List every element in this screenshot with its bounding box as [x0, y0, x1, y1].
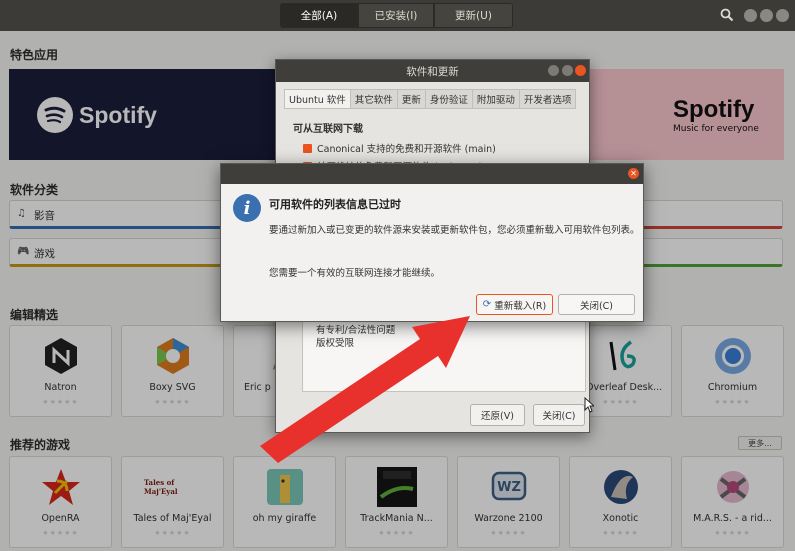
tab-authentication[interactable]: 身份验证 [425, 89, 473, 109]
refresh-icon: ⟳ [482, 299, 492, 310]
software-updates-titlebar[interactable]: 软件和更新 [276, 60, 589, 82]
tab-updates[interactable]: 更新 [397, 89, 426, 109]
software-updates-title: 软件和更新 [406, 66, 459, 78]
tab-installed[interactable]: 已安装(I) [358, 3, 434, 28]
info-icon: i [233, 194, 261, 222]
tab-updates[interactable]: 更新(U) [434, 3, 513, 28]
reload-button[interactable]: ⟳ 重新载入(R) [476, 294, 553, 315]
checkbox-label: Canonical 支持的免费和开源软件 (main) [317, 144, 496, 155]
mouse-cursor-icon [584, 397, 594, 413]
tab-other-software[interactable]: 其它软件 [350, 89, 398, 109]
dialog-titlebar[interactable]: ✕ [221, 164, 643, 184]
dialog-title: 可用软件的列表信息已过时 [269, 198, 401, 211]
restricted-patent-option[interactable]: 有专利/合法性问题 [316, 322, 395, 336]
tab-additional-drivers[interactable]: 附加驱动 [472, 89, 520, 109]
close-window-button[interactable] [776, 9, 789, 22]
reload-button-label: 重新载入(R) [494, 300, 547, 312]
copyright-restricted-option[interactable]: 版权受限 [316, 335, 354, 349]
download-section-heading: 可从互联网下载 [293, 124, 363, 135]
close-button[interactable]: 关闭(C) [533, 404, 585, 426]
close-button[interactable] [575, 65, 586, 76]
main-repo-checkbox[interactable]: Canonical 支持的免费和开源软件 (main) [303, 141, 496, 155]
tab-developer-options[interactable]: 开发者选项 [519, 89, 577, 109]
minimize-button[interactable] [548, 65, 559, 76]
maximize-button[interactable] [760, 9, 773, 22]
tab-ubuntu-software[interactable]: Ubuntu 软件 [284, 89, 351, 109]
close-icon[interactable]: ✕ [628, 168, 639, 179]
software-updates-tabs: Ubuntu 软件 其它软件 更新 身份验证 附加驱动 开发者选项 [284, 89, 577, 109]
view-switcher: 全部(A) 已安装(I) 更新(U) [280, 3, 513, 28]
dialog-note: 您需要一个有效的互联网连接才能继续。 [269, 268, 441, 279]
outdated-info-dialog: ✕ i 可用软件的列表信息已过时 要通过新加入或已变更的软件源来安装或更新软件包… [220, 163, 644, 322]
revert-button[interactable]: 还原(V) [470, 404, 525, 426]
dialog-message: 要通过新加入或已变更的软件源来安装或更新软件包，您必须重新载入可用软件包列表。 [269, 225, 640, 236]
maximize-button[interactable] [562, 65, 573, 76]
header-bar: 全部(A) 已安装(I) 更新(U) [0, 0, 795, 31]
tab-all[interactable]: 全部(A) [280, 3, 358, 28]
search-icon[interactable] [720, 8, 734, 22]
checkbox-checked-icon [303, 143, 312, 153]
dialog-close-button[interactable]: 关闭(C) [558, 294, 635, 315]
minimize-button[interactable] [744, 9, 757, 22]
